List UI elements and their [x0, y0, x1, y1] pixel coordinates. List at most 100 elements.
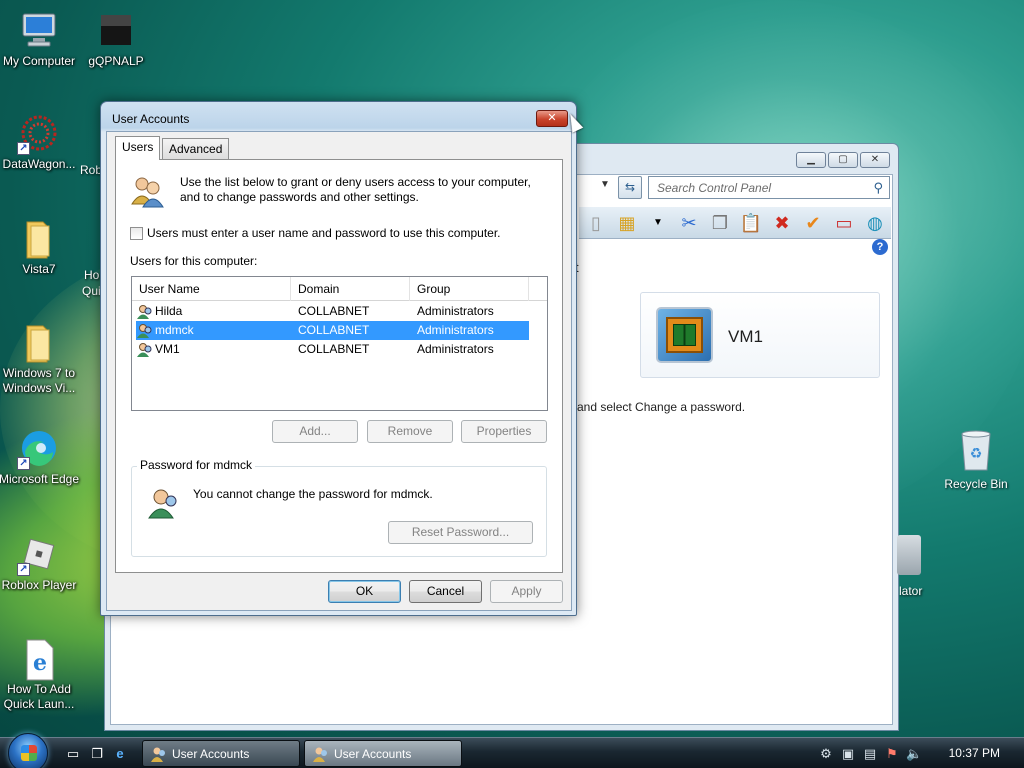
cut-icon[interactable]: ✂	[676, 211, 702, 235]
checkmark-icon[interactable]: ✔	[800, 211, 826, 235]
table-row-selected[interactable]: mdmck COLLABNET Administrators	[136, 321, 529, 340]
column-header-group[interactable]: Group	[410, 277, 529, 301]
user-icon	[137, 305, 152, 319]
help-icon[interactable]: ?	[872, 239, 888, 255]
properties-button[interactable]: Properties	[461, 420, 547, 443]
taskbar-item-user-accounts[interactable]: User Accounts	[142, 740, 300, 767]
desktop-icon-quick-launch-guide[interactable]: e How To Add Quick Laun...	[0, 638, 81, 712]
ok-button[interactable]: OK	[328, 580, 401, 603]
control-panel-instruction: and select Change a password.	[577, 400, 746, 414]
recycle-bin-icon: ♻	[961, 430, 991, 471]
network-icon[interactable]: ▣	[840, 746, 856, 762]
close-button[interactable]: ✕	[536, 110, 568, 127]
password-groupbox: Password for mdmck You cannot change the…	[131, 458, 547, 557]
dropdown-arrow-icon[interactable]: ▼	[645, 211, 671, 235]
dialog-title: User Accounts	[112, 112, 190, 126]
task-label: User Accounts	[172, 747, 250, 761]
roblox-icon: ↗	[17, 534, 59, 576]
desktop-icon-label: My Computer	[2, 54, 76, 68]
group-cell: Administrators	[417, 323, 494, 337]
desktop-icon-datawagon[interactable]: ↗ DataWagon...	[0, 113, 81, 172]
desktop-icon-gqpnalp[interactable]: gQPNALP	[74, 10, 158, 69]
tab-users[interactable]: Users	[115, 136, 161, 160]
intro-text: Use the list below to grant or deny user…	[180, 175, 531, 204]
users-list[interactable]: User Name Domain Group Hilda COLLABNET A…	[131, 276, 548, 411]
network-sharing-icon[interactable]: ⚙	[818, 746, 834, 762]
desktop-icon-recycle-bin[interactable]: ♻ Recycle Bin	[938, 426, 1014, 491]
start-button[interactable]	[8, 733, 48, 768]
password-message: You cannot change the password for mdmck…	[193, 487, 433, 501]
datawagon-icon: ↗	[17, 113, 59, 155]
desktop-icon-label: Windows 7 to Windows Vi...	[2, 366, 76, 395]
refresh-button[interactable]: ⇆	[618, 176, 642, 199]
desktop-icon-label-partial: Rob	[80, 163, 103, 177]
search-input[interactable]: Search Control Panel ⚲	[648, 176, 890, 199]
close-button[interactable]: ✕	[860, 152, 890, 168]
user-avatar	[656, 307, 713, 363]
table-row[interactable]: Hilda COLLABNET Administrators	[136, 302, 529, 321]
shortcut-arrow-icon: ↗	[17, 142, 30, 155]
column-header-domain[interactable]: Domain	[291, 277, 410, 301]
desktop-icon-label-partial: lator	[899, 584, 923, 598]
delete-icon[interactable]: ✖	[769, 211, 795, 235]
windows-logo-icon	[21, 745, 37, 761]
desktop-icon-label-partial: Ho	[84, 268, 100, 282]
remove-user-button[interactable]: Remove	[367, 420, 453, 443]
table-row[interactable]: VM1 COLLABNET Administrators	[136, 340, 529, 359]
desktop-icon-microsoft-edge[interactable]: ↗ Microsoft Edge	[0, 428, 81, 487]
globe-icon[interactable]: ◍	[862, 211, 888, 235]
desktop-icon-vista7[interactable]: Vista7	[0, 218, 81, 277]
calculator-icon	[897, 535, 921, 575]
system-tray: ⚙ ▣ ▤ ⚑ 🔈 10:37 PM	[814, 738, 1024, 768]
user-tile-vm1[interactable]: VM1	[640, 292, 880, 378]
maximize-button[interactable]: ▢	[828, 152, 858, 168]
checkbox-label: Users must enter a user name and passwor…	[147, 226, 501, 240]
shortcut-arrow-icon: ↗	[17, 563, 30, 576]
desktop-icon-label: Roblox Player	[1, 578, 77, 592]
require-login-row[interactable]: Users must enter a user name and passwor…	[130, 226, 501, 240]
search-icon[interactable]: ⚲	[873, 180, 883, 196]
clock[interactable]: 10:37 PM	[949, 746, 1000, 760]
list-header: User Name Domain Group	[132, 277, 547, 301]
users-tab-panel: Use the list below to grant or deny user…	[115, 159, 563, 573]
desktop-icon-label: Recycle Bin	[944, 477, 1008, 491]
minimize-button[interactable]: ▁	[796, 152, 826, 168]
show-desktop-icon[interactable]: ▭	[64, 745, 82, 763]
internet-explorer-icon[interactable]: e	[111, 745, 129, 763]
address-dropdown-icon[interactable]: ▼	[598, 179, 612, 195]
paste-icon[interactable]: 📋	[738, 211, 764, 235]
reset-password-button[interactable]: Reset Password...	[388, 521, 533, 544]
tab-advanced[interactable]: Advanced	[162, 138, 230, 160]
window-caption-buttons: ▁ ▢ ✕	[796, 152, 890, 168]
folder-check-icon[interactable]: ▦	[614, 211, 640, 235]
switch-windows-icon[interactable]: ❐	[88, 745, 106, 763]
taskbar-item-user-accounts-active[interactable]: User Accounts	[304, 740, 462, 767]
rename-icon[interactable]: ▭	[831, 211, 857, 235]
dialog-body: Users Advanced Use the list below to gra…	[106, 131, 572, 611]
column-header-user-name[interactable]: User Name	[132, 277, 291, 301]
user-accounts-icon	[313, 747, 327, 762]
user-name-cell: Hilda	[155, 304, 183, 318]
desktop-icon-label: DataWagon...	[2, 157, 76, 171]
add-user-button[interactable]: Add...	[272, 420, 358, 443]
user-name-cell: VM1	[155, 342, 180, 356]
volume-icon[interactable]: 🔈	[906, 746, 922, 762]
apply-button[interactable]: Apply	[490, 580, 563, 603]
desktop-icon-my-computer[interactable]: My Computer	[0, 10, 81, 69]
user-icon	[137, 324, 152, 338]
copy-icon[interactable]: ❐	[707, 211, 733, 235]
domain-cell: COLLABNET	[298, 342, 370, 356]
display-icon[interactable]: ▤	[862, 746, 878, 762]
group-cell: Administrators	[417, 342, 494, 356]
cancel-button[interactable]: Cancel	[409, 580, 482, 603]
blank-page-icon[interactable]: ▯	[583, 211, 609, 235]
desktop-icon-roblox-player[interactable]: ↗ Roblox Player	[0, 534, 81, 593]
desktop-icon-label-partial: Qui	[82, 284, 101, 298]
user-accounts-dialog[interactable]: User Accounts ✕ Users Advanced Use the l…	[100, 101, 577, 616]
desktop-icon-windows7-to-vista[interactable]: Windows 7 to Windows Vi...	[0, 322, 81, 396]
users-list-label: Users for this computer:	[130, 254, 258, 268]
svg-text:e: e	[33, 650, 47, 676]
security-alert-icon[interactable]: ⚑	[884, 746, 900, 762]
task-label: User Accounts	[334, 747, 412, 761]
require-login-checkbox[interactable]	[130, 226, 143, 240]
